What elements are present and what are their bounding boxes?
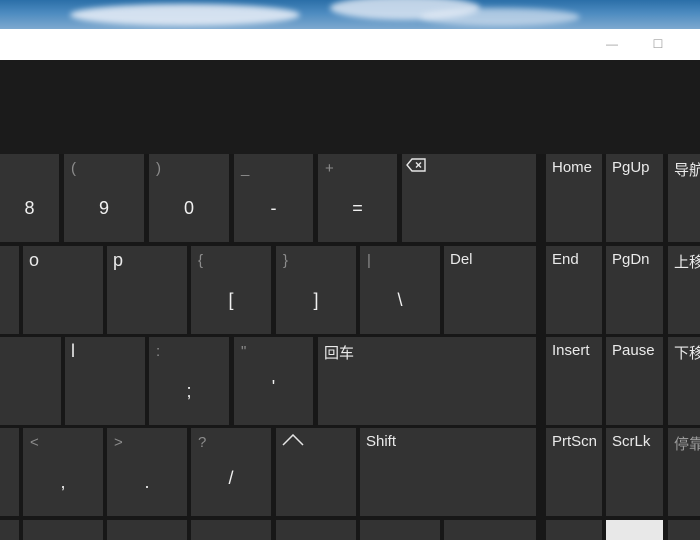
key-row5-partial-8[interactable] [546, 520, 602, 540]
key-move-down-label: 下移 [674, 345, 700, 362]
key-del-label: Del [450, 251, 473, 268]
key-slash-shift-label: ? [198, 434, 207, 451]
key-pause-label: Pause [612, 342, 655, 359]
key-shift-label: Shift [366, 433, 397, 450]
key-left-bracket-label: [ [228, 290, 234, 310]
key-end-label: End [552, 251, 579, 268]
key-arrow-up[interactable] [276, 428, 356, 516]
key-semicolon-label: ; [186, 381, 192, 401]
key-equals-label: = [352, 198, 363, 218]
key-backslash[interactable]: | \ [360, 246, 440, 334]
key-p[interactable]: p [107, 246, 187, 334]
key-period-label: . [144, 472, 150, 492]
minimize-icon: — [606, 37, 618, 51]
key-period-shift-label: > [114, 434, 123, 451]
key-row5-partial-3[interactable] [107, 520, 187, 540]
arrow-up-icon [282, 434, 304, 446]
key-o-label: o [29, 250, 40, 270]
key-quote-shift-label: " [241, 343, 247, 360]
key-right-bracket-label: ] [313, 290, 319, 310]
backspace-icon [406, 158, 426, 172]
key-o[interactable]: o [23, 246, 103, 334]
key-prtscn[interactable]: PrtScn [546, 428, 602, 516]
on-screen-keyboard: 8 ( 9 ) 0 _ - + = Home PgUp 导航 o p { [}… [0, 154, 700, 540]
key-m-partial[interactable] [0, 428, 19, 516]
key-comma[interactable]: < , [23, 428, 103, 516]
key-row5-partial-10[interactable] [668, 520, 700, 540]
key-home[interactable]: Home [546, 154, 602, 242]
key-k-partial[interactable] [0, 337, 61, 425]
key-scrlk-label: ScrLk [612, 433, 651, 450]
key-del[interactable]: Del [444, 246, 536, 334]
key-prtscn-label: PrtScn [552, 433, 598, 450]
key-left-bracket-shift-label: { [198, 252, 204, 269]
key-pause[interactable]: Pause [606, 337, 663, 425]
key-pgup[interactable]: PgUp [606, 154, 663, 242]
key-right-bracket-shift-label: } [283, 252, 289, 269]
key-slash-label: / [228, 468, 234, 488]
key-equals[interactable]: + = [318, 154, 397, 242]
key-9-label: 9 [98, 198, 109, 218]
desktop-wallpaper [0, 0, 700, 29]
key-i-partial[interactable] [0, 246, 19, 334]
key-end[interactable]: End [546, 246, 602, 334]
key-move-down[interactable]: 下移 [668, 337, 700, 425]
key-row5-partial-4[interactable] [191, 520, 271, 540]
key-dock-label: 停靠 [674, 436, 700, 453]
key-insert[interactable]: Insert [546, 337, 602, 425]
maximize-icon: ☐ [652, 37, 664, 51]
key-row5-partial-1[interactable] [0, 520, 19, 540]
key-row5-partial-7[interactable] [444, 520, 536, 540]
key-move-up-label: 上移 [674, 254, 700, 271]
key-row5-partial-9[interactable] [606, 520, 663, 540]
key-l[interactable]: l [65, 337, 145, 425]
key-9[interactable]: ( 9 [64, 154, 144, 242]
key-row5-partial-2[interactable] [23, 520, 103, 540]
window-title-bar: — ☐ [0, 29, 700, 60]
key-dock[interactable]: 停靠 [668, 428, 700, 516]
key-comma-label: , [60, 472, 66, 492]
key-slash[interactable]: ? / [191, 428, 271, 516]
keyboard-header-area [0, 60, 700, 154]
key-l-label: l [71, 341, 75, 361]
key-nav-label: 导航 [674, 162, 700, 179]
key-left-bracket[interactable]: { [ [191, 246, 271, 334]
key-9-shift-label: ( [71, 160, 76, 177]
key-pgdn-label: PgDn [612, 251, 650, 268]
key-semicolon-shift-label: : [156, 343, 161, 360]
key-minus[interactable]: _ - [234, 154, 313, 242]
key-0-label: 0 [183, 198, 194, 218]
key-equals-shift-label: + [325, 160, 334, 177]
key-0-shift-label: ) [156, 160, 161, 177]
key-period[interactable]: > . [107, 428, 187, 516]
key-p-label: p [113, 250, 124, 270]
key-move-up[interactable]: 上移 [668, 246, 700, 334]
key-enter-label: 回车 [324, 345, 355, 362]
key-quote-label: ' [271, 377, 276, 397]
key-semicolon[interactable]: : ; [149, 337, 229, 425]
minimize-button[interactable]: — [592, 29, 632, 60]
key-row5-partial-5[interactable] [276, 520, 356, 540]
key-minus-label: - [270, 198, 277, 218]
key-shift[interactable]: Shift [360, 428, 536, 516]
key-backslash-shift-label: | [367, 252, 371, 269]
key-pgup-label: PgUp [612, 159, 650, 176]
key-scrlk[interactable]: ScrLk [606, 428, 663, 516]
key-backspace[interactable] [402, 154, 536, 242]
key-pgdn[interactable]: PgDn [606, 246, 663, 334]
key-right-bracket[interactable]: } ] [276, 246, 356, 334]
key-insert-label: Insert [552, 342, 590, 359]
key-8-label: 8 [24, 198, 35, 218]
key-nav[interactable]: 导航 [668, 154, 700, 242]
key-comma-shift-label: < [30, 434, 39, 451]
maximize-button[interactable]: ☐ [638, 29, 678, 60]
key-minus-shift-label: _ [241, 160, 250, 177]
key-0[interactable]: ) 0 [149, 154, 229, 242]
key-row5-partial-6[interactable] [360, 520, 440, 540]
key-backslash-label: \ [397, 290, 403, 310]
key-8[interactable]: 8 [0, 154, 59, 242]
key-home-label: Home [552, 159, 593, 176]
key-enter[interactable]: 回车 [318, 337, 536, 425]
key-quote[interactable]: " ' [234, 337, 313, 425]
